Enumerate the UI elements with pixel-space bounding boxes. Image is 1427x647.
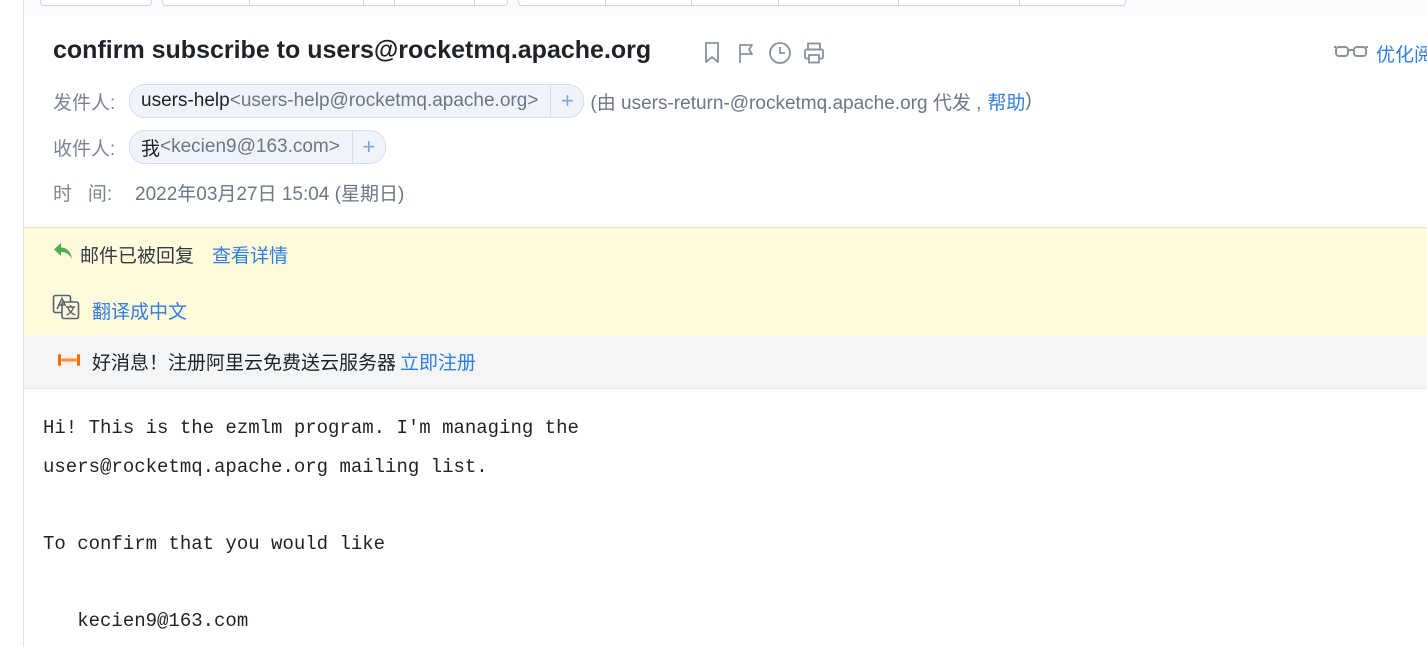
body-line	[43, 486, 579, 525]
translate-link[interactable]: 翻译成中文	[92, 297, 187, 324]
toolbar-group-2[interactable]	[162, 0, 508, 6]
sender-name: users-help	[141, 90, 230, 111]
replied-text: 邮件已被回复	[80, 245, 195, 267]
sent-via-prefix: (由 users-return-@rocketmq.apache.org 代发 …	[590, 92, 982, 114]
mail-subject: confirm subscribe to users@rocketmq.apac…	[53, 36, 652, 64]
recipient-chip[interactable]: 我 <kecien9@163.com> +	[129, 130, 386, 164]
bookmark-icon[interactable]	[700, 40, 724, 66]
printer-icon[interactable]	[802, 40, 826, 66]
sender-address: <users-help@rocketmq.apache.org>	[229, 90, 539, 111]
recipient-name: 我	[141, 138, 161, 160]
time-value: 2022年03月27日 15:04 (星期日)	[135, 184, 405, 205]
body-line: kecien9@163.com	[43, 609, 249, 632]
reader-mode-label: 优化阅	[1376, 45, 1427, 66]
aliyun-logo-icon	[58, 351, 80, 373]
toolbar-group-1[interactable]	[40, 0, 152, 6]
ad-register-link[interactable]: 立即注册	[400, 348, 476, 375]
body-line	[43, 563, 579, 602]
body-line: users@rocketmq.apache.org mailing list.	[43, 455, 488, 478]
from-row: 发件人: users-help <users-help@rocketmq.apa…	[53, 84, 1032, 118]
translate-row: 翻译成中文	[52, 294, 187, 326]
reply-icon	[52, 240, 74, 268]
flag-icon[interactable]	[734, 40, 758, 66]
left-rail	[0, 0, 24, 647]
from-label: 发件人:	[53, 92, 116, 114]
add-sender-button[interactable]: +	[550, 85, 583, 117]
translate-icon	[52, 294, 80, 326]
time-label: 时 间:	[53, 184, 113, 205]
sent-via-suffix: )	[1025, 90, 1032, 111]
sender-chip[interactable]: users-help <users-help@rocketmq.apache.o…	[129, 84, 585, 118]
body-line: Hi! This is the ezmlm program. I'm manag…	[43, 417, 579, 439]
glasses-icon	[1334, 43, 1368, 64]
ad-text: 好消息！注册阿里云免费送云服务器	[92, 353, 397, 374]
toolbar-group-3[interactable]	[518, 0, 1126, 6]
add-recipient-button[interactable]: +	[351, 131, 385, 163]
to-label: 收件人:	[53, 138, 116, 160]
subject-actions	[700, 40, 826, 66]
time-row: 时 间: 2022年03月27日 15:04 (星期日)	[53, 179, 404, 206]
replied-notice: 邮件已被回复 查看详情	[52, 240, 288, 268]
toolbar-strip	[24, 0, 1427, 16]
ad-line: 好消息！注册阿里云免费送云服务器 立即注册	[58, 348, 476, 375]
help-link[interactable]: 帮助	[987, 88, 1025, 115]
view-details-link[interactable]: 查看详情	[212, 241, 288, 268]
reader-mode-button[interactable]: 优化阅	[1334, 40, 1427, 67]
clock-icon[interactable]	[768, 40, 792, 66]
recipient-address: <kecien9@163.com>	[160, 136, 340, 157]
mail-body: Hi! This is the ezmlm program. I'm manag…	[43, 409, 579, 640]
body-line: To confirm that you would like	[43, 532, 386, 555]
to-row: 收件人: 我 <kecien9@163.com> +	[53, 130, 386, 164]
